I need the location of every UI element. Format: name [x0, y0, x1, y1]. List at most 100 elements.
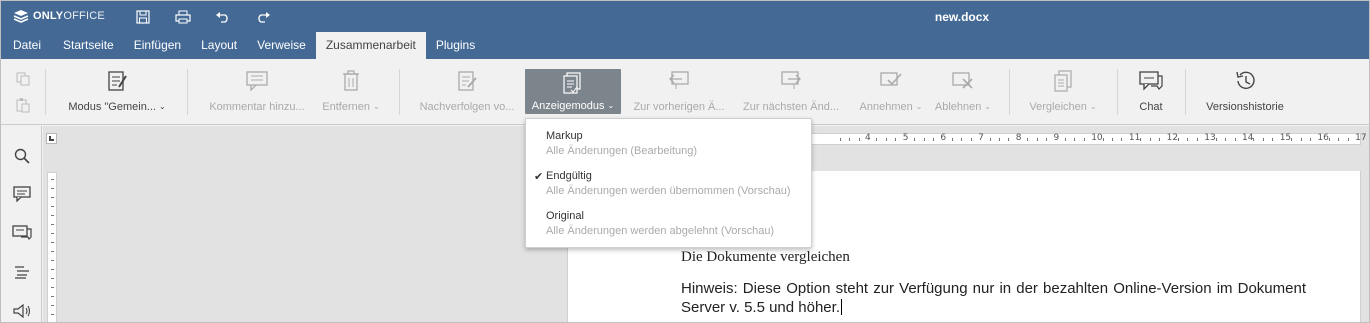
chat-button[interactable]: Chat [1131, 67, 1171, 119]
chevron-down-icon: ⌄ [984, 102, 992, 111]
ruler-tick [932, 138, 934, 141]
next-change-label: Zur nächsten Änd... [743, 101, 839, 113]
collaboration-toolbar: Modus "Gemein... ⌄ Kommentar hinzu... Ent… [1, 59, 1369, 125]
coediting-mode-label: Modus "Gemein... [68, 101, 156, 113]
add-comment-label: Kommentar hinzu... [209, 101, 305, 113]
paragraph-text: Hinweis: Diese Option steht zur Verfügun… [681, 280, 1306, 316]
ruler-tick [1112, 138, 1114, 141]
menu-tab-bar: Datei Startseite Einfügen Layout Verweis… [1, 32, 1369, 59]
compare-button[interactable]: Vergleichen ⌄ [1025, 67, 1101, 119]
ruler-tick [1347, 138, 1349, 141]
ruler-tick [1074, 138, 1076, 141]
accept-button[interactable]: Annehmen ⌄ [857, 67, 925, 119]
tab-datei[interactable]: Datei [1, 32, 53, 59]
copy-icon[interactable] [15, 71, 31, 87]
separator [187, 69, 188, 115]
text-cursor [841, 299, 842, 315]
speaker-icon[interactable] [12, 301, 32, 321]
separator [1117, 69, 1118, 115]
document-title: new.docx [934, 10, 990, 24]
display-mode-label: Anzeigemodus [531, 100, 605, 112]
tab-plugins[interactable]: Plugins [426, 32, 485, 59]
tab-stop-selector[interactable] [46, 133, 57, 144]
ruler-tick [1196, 138, 1198, 141]
ruler-tick [51, 278, 54, 279]
ruler-tick [1338, 138, 1340, 141]
menu-item-title: Endgültig [546, 170, 592, 182]
ruler-number: 11 [1128, 133, 1141, 143]
tab-zusammenarbeit[interactable]: Zusammenarbeit [315, 32, 426, 59]
checkmark-icon: ✔ [534, 171, 544, 183]
trash-icon [342, 67, 360, 95]
ruler-tick [51, 251, 54, 252]
comments-icon[interactable] [12, 184, 32, 204]
ruler-number: 10 [1091, 133, 1103, 143]
version-history-button[interactable]: Versionshistorie [1201, 67, 1289, 119]
ruler-tick [1234, 138, 1236, 141]
menu-item-final[interactable]: ✔ Endgültig Alle Änderungen werden übern… [526, 165, 811, 205]
ruler-number: 9 [1053, 133, 1060, 143]
navigation-icon[interactable] [12, 262, 32, 282]
ruler-tick [876, 138, 878, 141]
tab-layout[interactable]: Layout [191, 32, 247, 59]
chat-panel-icon[interactable] [12, 223, 32, 243]
tab-einfuegen[interactable]: Einfügen [124, 32, 191, 59]
chevron-down-icon: ⌄ [373, 102, 380, 111]
reject-icon [952, 67, 974, 95]
ruler-tick [1300, 138, 1302, 141]
ruler-number: 8 [1015, 133, 1022, 143]
ruler-tick [1309, 138, 1311, 141]
track-changes-button[interactable]: Nachverfolgen vo... [415, 67, 519, 119]
ruler-tick [51, 260, 54, 261]
ruler-tick [1008, 138, 1010, 141]
ruler-number: 16 [1317, 133, 1329, 143]
separator [1185, 69, 1186, 115]
ruler-tick [1149, 138, 1151, 141]
editor-window: ONLY OFFICE new.docx Datei Startseite Ein… [0, 0, 1370, 323]
display-mode-button[interactable]: Anzeigemodus ⌄ [525, 69, 621, 114]
previous-change-button[interactable]: Zur vorherigen Ä... [631, 67, 727, 119]
chevron-down-icon: ⌄ [158, 102, 166, 111]
ruler-tick [914, 138, 916, 141]
ruler-tick [1140, 138, 1142, 141]
ruler-tick [1102, 138, 1104, 141]
remove-comment-button[interactable]: Entfernen ⌄ [319, 67, 383, 119]
ruler-tick [858, 138, 860, 141]
menu-item-original[interactable]: Original Alle Änderungen werden abgelehn… [526, 205, 811, 245]
next-change-button[interactable]: Zur nächsten Änd... [741, 67, 841, 119]
coediting-mode-button[interactable]: Modus "Gemein... ⌄ [63, 67, 171, 119]
ruler-number: 13 [1204, 133, 1216, 143]
ruler-tick [51, 296, 54, 297]
menu-item-title: Original [546, 210, 584, 222]
track-changes-icon [456, 67, 478, 95]
ruler-tick [51, 233, 54, 234]
tab-verweise[interactable]: Verweise [247, 32, 316, 59]
ruler-tick [989, 138, 991, 141]
coediting-icon [106, 67, 128, 95]
display-mode-dropdown: Markup Alle Änderungen (Bearbeitung) ✔ E… [525, 118, 812, 248]
vertical-ruler[interactable] [47, 172, 57, 322]
tab-startseite[interactable]: Startseite [53, 32, 124, 59]
ruler-tick [51, 314, 54, 315]
add-comment-button[interactable]: Kommentar hinzu... [205, 67, 309, 119]
chat-label: Chat [1139, 101, 1163, 113]
chevron-down-icon: ⌄ [915, 102, 923, 111]
ruler-tick [1159, 138, 1161, 141]
menu-item-markup[interactable]: Markup Alle Änderungen (Bearbeitung) [526, 125, 811, 165]
previous-change-label: Zur vorherigen Ä... [633, 101, 725, 113]
title-bar: ONLY OFFICE new.docx [1, 1, 1369, 32]
reject-label: Ablehnen [934, 101, 982, 113]
ruler-tick [970, 138, 972, 141]
paste-icon[interactable] [15, 97, 31, 113]
ruler-tick [1253, 138, 1255, 141]
document-heading: Die Dokumente vergleichen [681, 249, 850, 265]
separator [45, 69, 46, 115]
separator [399, 69, 400, 115]
reject-button[interactable]: Ablehnen ⌄ [931, 67, 995, 119]
chevron-down-icon: ⌄ [1089, 102, 1097, 111]
ruler-tick [998, 138, 1000, 141]
ruler-tick [1291, 138, 1293, 141]
ruler-number: 5 [902, 133, 909, 143]
search-icon[interactable] [12, 146, 32, 166]
ruler-tick [51, 215, 54, 216]
